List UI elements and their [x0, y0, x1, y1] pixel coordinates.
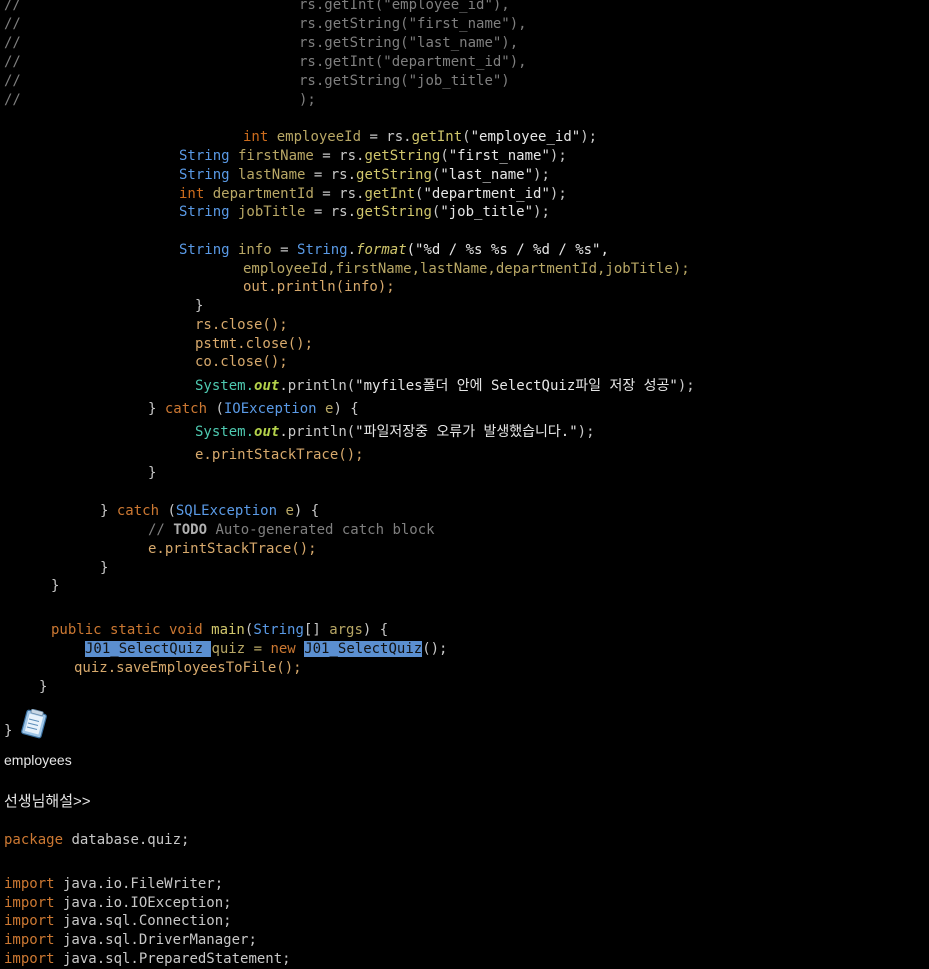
code-line: }	[195, 298, 204, 314]
image-caption: employees	[4, 752, 72, 768]
code-line: import java.io.IOException;	[4, 895, 232, 911]
code-line: // rs.getString("last_name"),	[4, 35, 519, 51]
code-line: String lastName = rs.getString("last_nam…	[179, 167, 550, 183]
code-line: // );	[4, 92, 316, 108]
code-line: out.println(info);	[243, 279, 395, 295]
code-line: // rs.getInt("employee_id"),	[4, 0, 510, 13]
search-highlight: J01_SelectQuiz	[304, 641, 423, 657]
code-line: System.out.println("myfiles폴더 안에 SelectQ…	[195, 378, 695, 394]
code-line: }	[148, 465, 157, 481]
notepad-icon[interactable]	[20, 709, 50, 739]
code-line: e.printStackTrace();	[148, 541, 317, 557]
code-line: } catch (SQLException e) {	[100, 503, 320, 519]
code-line: employeeId,firstName,lastName,department…	[243, 261, 690, 277]
code-line: package database.quiz;	[4, 832, 190, 848]
section-title: 선생님해설>>	[4, 793, 91, 810]
code-line: co.close();	[195, 354, 288, 370]
code-line: import java.sql.Connection;	[4, 913, 232, 929]
code-line: int employeeId = rs.getInt("employee_id"…	[243, 129, 598, 145]
code-line: e.printStackTrace();	[195, 447, 364, 463]
code-line: }	[51, 578, 60, 594]
code-line: // rs.getString("first_name"),	[4, 16, 527, 32]
code-line: }	[39, 679, 48, 695]
code-line: }	[100, 560, 109, 576]
code-line: String firstName = rs.getString("first_n…	[179, 148, 567, 164]
code-line: String jobTitle = rs.getString("job_titl…	[179, 204, 550, 220]
code-line: quiz.saveEmployeesToFile();	[74, 660, 302, 676]
code-line: // rs.getInt("department_id"),	[4, 54, 527, 70]
search-highlight: J01_SelectQuiz	[85, 641, 212, 657]
code-line: pstmt.close();	[195, 336, 314, 352]
code-line: rs.close();	[195, 317, 288, 333]
code-line: } catch (IOException e) {	[148, 401, 359, 417]
code-line: int departmentId = rs.getInt("department…	[179, 186, 567, 202]
code-line: public static void main(String[] args) {	[51, 622, 389, 638]
code-line: System.out.println("파일저장중 오류가 발생했습니다.");	[195, 424, 595, 440]
code-line: }	[4, 723, 13, 739]
code-line: String info = String.format("%d / %s %s …	[179, 242, 609, 258]
code-line: import java.sql.DriverManager;	[4, 932, 257, 948]
code-line: import java.io.FileWriter;	[4, 876, 224, 892]
code-line: J01_SelectQuiz quiz = new J01_SelectQuiz…	[85, 641, 448, 657]
code-line: // rs.getString("job_title")	[4, 73, 510, 89]
code-line: // TODO Auto-generated catch block	[148, 522, 435, 538]
